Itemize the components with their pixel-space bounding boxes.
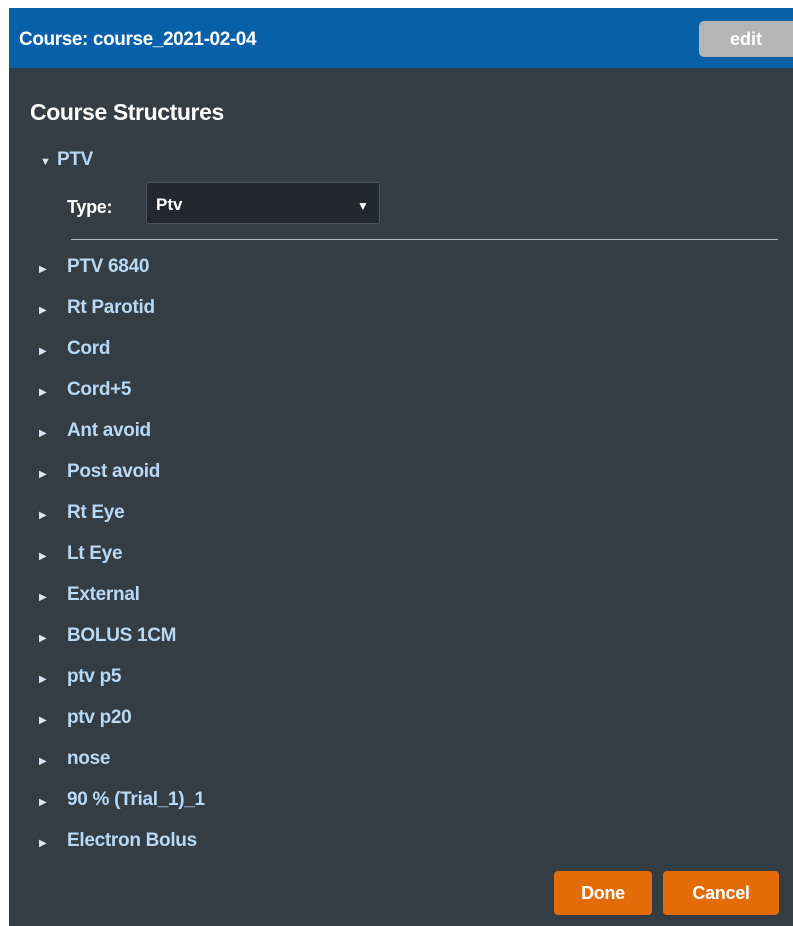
caret-right-icon[interactable]: ▶ xyxy=(39,756,47,767)
done-button[interactable]: Done xyxy=(554,871,652,915)
structure-item-label[interactable]: 90 % (Trial_1)_1 xyxy=(67,789,205,811)
caret-right-icon[interactable]: ▶ xyxy=(39,510,47,521)
structure-item[interactable]: ▶ PTV 6840 xyxy=(9,252,793,293)
structure-item[interactable]: ▶ nose xyxy=(9,744,793,785)
course-title: Course: course_2021-02-04 xyxy=(19,29,257,50)
structure-item[interactable]: ▶ Post avoid xyxy=(9,457,793,498)
structure-item-label[interactable]: External xyxy=(67,584,140,606)
structure-item[interactable]: ▶ Cord xyxy=(9,334,793,375)
type-select-value: Ptv xyxy=(156,195,183,214)
caret-right-icon[interactable]: ▶ xyxy=(39,551,47,562)
structure-item-label[interactable]: Cord+5 xyxy=(67,379,132,401)
caret-right-icon[interactable]: ▶ xyxy=(39,387,47,398)
divider xyxy=(71,239,778,240)
structure-item[interactable]: ▶ ptv p20 xyxy=(9,703,793,744)
edit-button[interactable]: edit xyxy=(699,21,793,57)
structure-item-label[interactable]: ptv p20 xyxy=(67,707,132,729)
structure-item-label[interactable]: nose xyxy=(67,748,110,770)
structure-item[interactable]: ▶ Electron Bolus xyxy=(9,826,793,867)
structure-item-label[interactable]: Post avoid xyxy=(67,461,160,483)
structure-item[interactable]: ▶ Rt Parotid xyxy=(9,293,793,334)
structure-item-label[interactable]: Lt Eye xyxy=(67,543,123,565)
structure-item[interactable]: ▶ Rt Eye xyxy=(9,498,793,539)
structure-item-label[interactable]: PTV 6840 xyxy=(67,256,149,278)
caret-right-icon[interactable]: ▶ xyxy=(39,428,47,439)
cancel-button[interactable]: Cancel xyxy=(663,871,779,915)
structure-item-label[interactable]: Electron Bolus xyxy=(67,830,197,852)
structure-item[interactable]: ▶ ptv p5 xyxy=(9,662,793,703)
type-select[interactable]: Ptv ▼ xyxy=(146,182,380,224)
structure-item-label[interactable]: Rt Eye xyxy=(67,502,125,524)
caret-down-icon: ▼ xyxy=(357,199,369,213)
dialog-header: Course: course_2021-02-04 edit xyxy=(9,8,793,68)
caret-right-icon[interactable]: ▶ xyxy=(39,264,47,275)
caret-down-icon[interactable]: ▼ xyxy=(40,156,51,168)
section-title: Course Structures xyxy=(30,99,224,125)
caret-right-icon[interactable]: ▶ xyxy=(39,715,47,726)
caret-right-icon[interactable]: ▶ xyxy=(39,592,47,603)
caret-right-icon[interactable]: ▶ xyxy=(39,674,47,685)
structure-item[interactable]: ▶ External xyxy=(9,580,793,621)
caret-right-icon[interactable]: ▶ xyxy=(39,305,47,316)
caret-right-icon[interactable]: ▶ xyxy=(39,346,47,357)
structure-list: ▶ PTV 6840 ▶ Rt Parotid ▶ Cord ▶ Cord+5 ▶ Ant… xyxy=(9,252,793,867)
course-dialog: Course: course_2021-02-04 edit Course St… xyxy=(9,8,793,926)
structure-item-label[interactable]: ptv p5 xyxy=(67,666,121,688)
structure-item[interactable]: ▶ Ant avoid xyxy=(9,416,793,457)
structure-item-label[interactable]: Rt Parotid xyxy=(67,297,155,319)
structure-item[interactable]: ▶ 90 % (Trial_1)_1 xyxy=(9,785,793,826)
caret-right-icon[interactable]: ▶ xyxy=(39,838,47,849)
structure-item[interactable]: ▶ Lt Eye xyxy=(9,539,793,580)
structure-item[interactable]: ▶ BOLUS 1CM xyxy=(9,621,793,662)
structure-item[interactable]: ▶ Cord+5 xyxy=(9,375,793,416)
structure-item-label[interactable]: BOLUS 1CM xyxy=(67,625,177,647)
type-label: Type: xyxy=(67,197,113,217)
structure-item-label[interactable]: Cord xyxy=(67,338,110,360)
caret-right-icon[interactable]: ▶ xyxy=(39,469,47,480)
structure-item-label[interactable]: Ant avoid xyxy=(67,420,151,442)
caret-right-icon[interactable]: ▶ xyxy=(39,797,47,808)
caret-right-icon[interactable]: ▶ xyxy=(39,633,47,644)
structure-item-label[interactable]: PTV xyxy=(57,149,93,171)
